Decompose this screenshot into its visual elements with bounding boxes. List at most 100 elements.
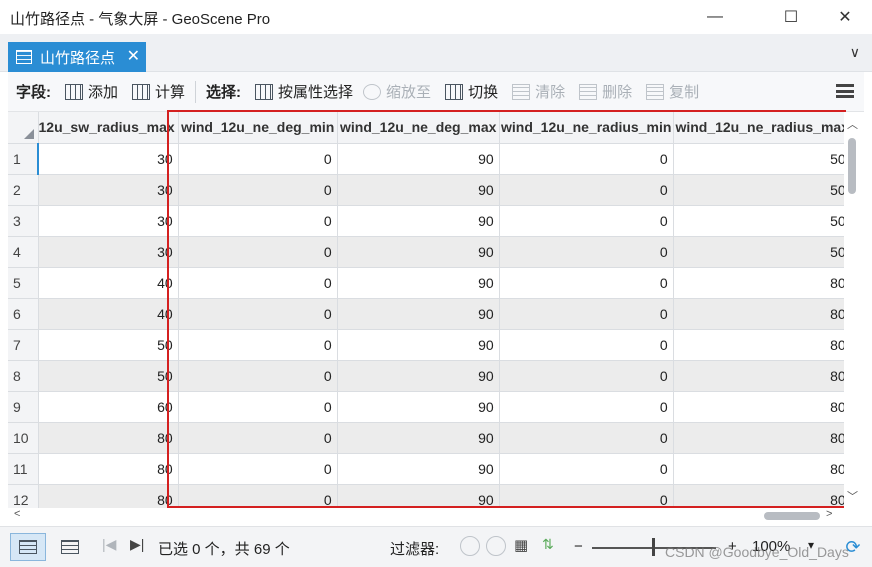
row-number[interactable]: 4: [8, 236, 39, 268]
close-tab-icon[interactable]: ✕: [127, 46, 140, 66]
row-number[interactable]: 1: [8, 143, 39, 175]
row-number[interactable]: 11: [8, 453, 39, 485]
table-cell[interactable]: 0: [178, 267, 338, 299]
horizontal-scroll-thumb[interactable]: [764, 512, 820, 520]
table-row[interactable]: 12 80 0 90 0 80: [8, 484, 852, 508]
table-cell[interactable]: 50: [673, 236, 852, 268]
select-by-attributes-button[interactable]: 按属性选择: [255, 81, 353, 102]
show-all-records-button[interactable]: [10, 533, 46, 561]
table-cell[interactable]: 0: [499, 484, 674, 508]
show-selected-records-button[interactable]: [52, 533, 88, 561]
table-cell[interactable]: 0: [499, 205, 674, 237]
table-cell[interactable]: 0: [178, 205, 338, 237]
scroll-right-icon[interactable]: >: [826, 508, 832, 520]
last-record-icon[interactable]: ▶|: [130, 536, 144, 553]
row-number[interactable]: 6: [8, 298, 39, 330]
table-cell[interactable]: 90: [337, 422, 500, 454]
table-cell[interactable]: 60: [38, 391, 179, 423]
table-cell[interactable]: 80: [673, 453, 852, 485]
table-cell[interactable]: 0: [499, 236, 674, 268]
table-row[interactable]: 7 50 0 90 0 80: [8, 329, 852, 361]
table-menu-icon[interactable]: [836, 84, 854, 98]
switch-selection-button[interactable]: 切换: [445, 81, 498, 102]
table-cell[interactable]: 30: [38, 205, 179, 237]
row-number[interactable]: 2: [8, 174, 39, 206]
table-cell[interactable]: 0: [499, 391, 674, 423]
zoom-to-button[interactable]: 缩放至: [363, 81, 431, 102]
table-cell[interactable]: 90: [337, 329, 500, 361]
table-cell[interactable]: 90: [337, 453, 500, 485]
vertical-scrollbar[interactable]: ︿ ﹀: [844, 112, 864, 508]
horizontal-scrollbar[interactable]: < >: [8, 508, 864, 526]
table-cell[interactable]: 90: [337, 484, 500, 508]
row-number[interactable]: 10: [8, 422, 39, 454]
column-header[interactable]: wind_12u_ne_radius_min: [499, 112, 674, 144]
table-cell[interactable]: 50: [673, 205, 852, 237]
table-cell[interactable]: 0: [499, 267, 674, 299]
table-row[interactable]: 3 30 0 90 0 50: [8, 205, 852, 237]
table-row[interactable]: 4 30 0 90 0 50: [8, 236, 852, 268]
table-cell[interactable]: 40: [38, 267, 179, 299]
table-cell[interactable]: 30: [36, 143, 179, 175]
copy-selection-button[interactable]: 复制: [646, 81, 699, 102]
table-row[interactable]: 1 30 0 90 0 50: [8, 143, 852, 175]
vertical-scroll-thumb[interactable]: [848, 138, 856, 194]
table-cell[interactable]: 0: [178, 143, 338, 175]
table-cell[interactable]: 90: [337, 205, 500, 237]
time-filter-icon[interactable]: [460, 536, 480, 556]
filter-table-icon[interactable]: ▦: [514, 536, 528, 554]
row-number[interactable]: 8: [8, 360, 39, 392]
table-cell[interactable]: 80: [673, 360, 852, 392]
table-cell[interactable]: 0: [499, 298, 674, 330]
tab-attribute-table[interactable]: 山竹路径点 ✕: [8, 42, 146, 72]
table-cell[interactable]: 80: [673, 298, 852, 330]
table-row[interactable]: 10 80 0 90 0 80: [8, 422, 852, 454]
clear-selection-button[interactable]: 清除: [512, 81, 565, 102]
range-filter-icon[interactable]: [486, 536, 506, 556]
table-row[interactable]: 11 80 0 90 0 80: [8, 453, 852, 485]
calculate-field-button[interactable]: 计算: [132, 81, 185, 102]
table-cell[interactable]: 80: [38, 422, 179, 454]
close-window-button[interactable]: ✕: [822, 0, 868, 34]
column-header[interactable]: wind_12u_ne_deg_max: [337, 112, 500, 144]
table-cell[interactable]: 0: [499, 453, 674, 485]
table-cell[interactable]: 90: [337, 267, 500, 299]
table-cell[interactable]: 30: [38, 236, 179, 268]
chevron-down-icon[interactable]: ∨: [850, 44, 860, 61]
table-cell[interactable]: 80: [673, 422, 852, 454]
table-row[interactable]: 2 30 0 90 0 50: [8, 174, 852, 206]
maximize-button[interactable]: ☐: [768, 0, 814, 34]
table-cell[interactable]: 80: [673, 391, 852, 423]
sort-arrows-icon[interactable]: ⇅: [542, 536, 554, 553]
table-cell[interactable]: 0: [178, 236, 338, 268]
table-cell[interactable]: 30: [38, 174, 179, 206]
table-row[interactable]: 9 60 0 90 0 80: [8, 391, 852, 423]
table-cell[interactable]: 0: [178, 484, 338, 508]
table-row[interactable]: 6 40 0 90 0 80: [8, 298, 852, 330]
table-cell[interactable]: 0: [499, 329, 674, 361]
table-cell[interactable]: 0: [499, 174, 674, 206]
table-cell[interactable]: 0: [499, 143, 674, 175]
row-number[interactable]: 9: [8, 391, 39, 423]
table-cell[interactable]: 0: [178, 391, 338, 423]
scroll-left-icon[interactable]: <: [14, 508, 20, 520]
row-number[interactable]: 5: [8, 267, 39, 299]
table-cell[interactable]: 90: [337, 360, 500, 392]
table-cell[interactable]: 80: [38, 484, 179, 508]
zoom-slider-handle[interactable]: [652, 538, 655, 556]
table-row[interactable]: 8 50 0 90 0 80: [8, 360, 852, 392]
table-cell[interactable]: 80: [38, 453, 179, 485]
minimize-button[interactable]: —: [692, 0, 738, 34]
zoom-out-button[interactable]: −: [574, 538, 583, 555]
table-cell[interactable]: 80: [673, 267, 852, 299]
table-cell[interactable]: 80: [673, 329, 852, 361]
table-cell[interactable]: 90: [337, 298, 500, 330]
table-cell[interactable]: 90: [337, 236, 500, 268]
select-all-corner[interactable]: [8, 112, 39, 144]
row-number[interactable]: 12: [8, 484, 39, 508]
table-cell[interactable]: 0: [178, 174, 338, 206]
table-cell[interactable]: 0: [178, 298, 338, 330]
table-cell[interactable]: 90: [337, 143, 500, 175]
column-header[interactable]: wind_12u_ne_deg_min: [178, 112, 338, 144]
scroll-up-icon[interactable]: ︿: [847, 116, 858, 132]
